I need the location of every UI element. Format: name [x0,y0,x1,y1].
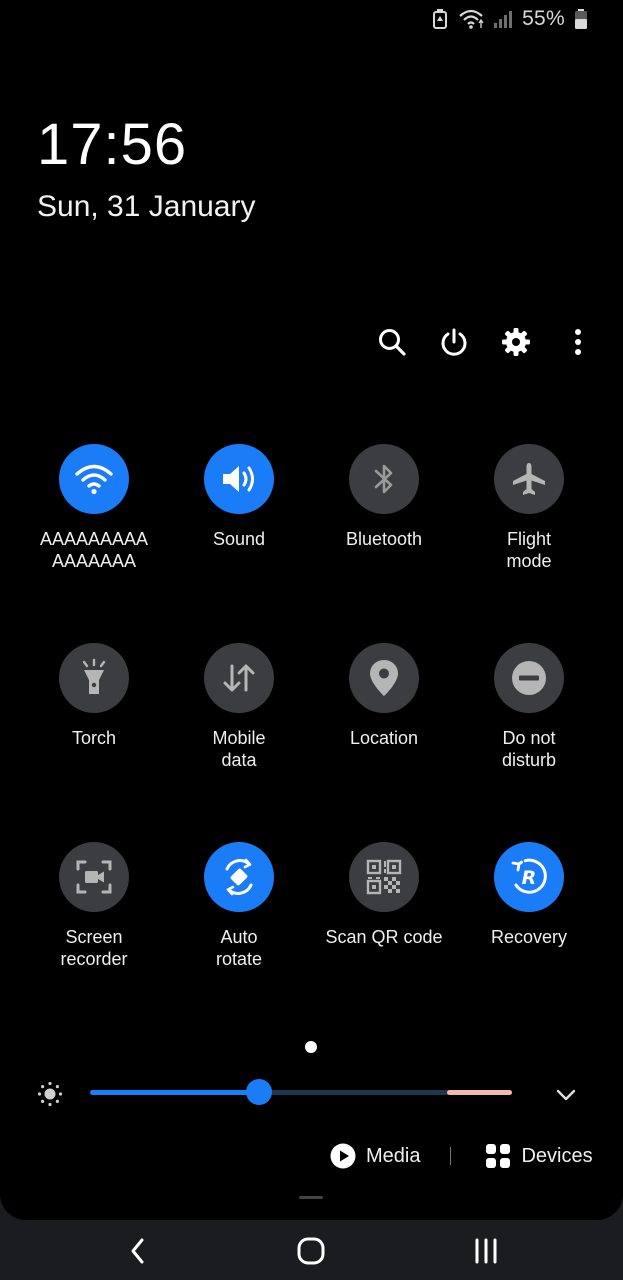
tile-bluetooth-label: Bluetooth [345,529,423,549]
tile-torch-toggle[interactable] [59,643,129,713]
brightness-slider-fill [90,1090,259,1095]
expand-brightness-button[interactable] [553,1082,579,1106]
tile-mobile-data-toggle[interactable] [204,643,274,713]
tile-mobile-data[interactable]: Mobile data [169,643,309,771]
tile-bluetooth[interactable]: Bluetooth [314,444,454,550]
brightness-slider-high-zone [447,1090,512,1095]
location-pin-icon [370,660,398,696]
status-bar: 55% [432,6,587,32]
panel-drag-handle[interactable] [299,1196,323,1199]
tile-mobile-data-label: Mobile data [212,728,266,770]
power-button[interactable] [434,322,474,362]
tile-torch[interactable]: Torch [24,643,164,749]
chevron-down-icon [556,1089,576,1101]
header-actions [364,322,596,362]
search-button[interactable] [372,322,412,362]
tile-recovery-toggle[interactable]: R [494,842,564,912]
tile-sound-toggle[interactable] [204,444,274,514]
clock-date[interactable]: Sun, 31 January [37,192,255,222]
tile-screen-recorder-toggle[interactable] [59,842,129,912]
power-icon [441,328,467,356]
tile-sound-label: Sound [212,529,266,549]
tile-location-label: Location [349,728,419,748]
media-label: Media [366,1144,421,1167]
tile-sound[interactable]: Sound [169,444,309,550]
brightness-slider[interactable] [90,1079,512,1105]
brightness-icon [36,1080,64,1108]
page-indicator-dot [305,1041,317,1053]
devices-grid-icon [486,1144,511,1168]
battery-percent: 55% [522,7,565,30]
tile-do-not-disturb[interactable]: Do not disturb [459,643,599,771]
tile-recovery-label: Recovery [490,927,568,947]
tile-wifi-label: AAAAAAAAA AAAAAAA [39,529,149,571]
quick-panel-screen: 55% 17:56 Sun, 31 January AAAAAAAAA AAAA… [0,0,623,1280]
mobile-data-icon [223,664,255,692]
wifi-status-icon [458,8,484,30]
tile-location[interactable]: Location [314,643,454,749]
battery-saver-icon [432,9,448,29]
bluetooth-icon [374,464,393,494]
screen-recorder-icon [76,860,112,894]
tile-do-not-disturb-label: Do not disturb [501,728,557,770]
tile-flight-mode[interactable]: Flight mode [459,444,599,572]
more-vertical-icon [575,329,581,355]
tile-scan-qr-code-label: Scan QR code [325,927,443,947]
tile-flight-mode-toggle[interactable] [494,444,564,514]
airplane-icon [513,463,545,495]
tile-auto-rotate[interactable]: Auto rotate [169,842,309,970]
clock-time[interactable]: 17:56 [37,116,187,174]
navigation-bar [0,1222,623,1280]
tile-do-not-disturb-toggle[interactable] [494,643,564,713]
recovery-icon: R [511,858,547,894]
recent-apps-button[interactable] [466,1234,506,1268]
home-button[interactable] [291,1234,331,1268]
tile-flight-mode-label: Flight mode [506,529,552,571]
tile-screen-recorder-label: Screen recorder [60,927,128,969]
tile-scan-qr-code[interactable]: Scan QR code [314,842,454,948]
search-icon [379,329,406,356]
auto-rotate-icon [225,858,253,896]
home-icon [297,1237,325,1265]
media-devices-divider [450,1147,452,1165]
play-circle-icon [330,1143,356,1169]
wifi-icon [75,464,113,495]
do-not-disturb-icon [512,661,546,695]
media-devices-row: Media Devices [330,1140,593,1172]
brightness-slider-thumb[interactable] [246,1079,272,1105]
svg-text:R: R [522,867,537,889]
settings-button[interactable] [496,322,536,362]
tile-auto-rotate-label: Auto rotate [215,927,263,969]
devices-button[interactable]: Devices [485,1143,593,1169]
devices-label: Devices [521,1144,593,1167]
back-button[interactable] [118,1234,158,1268]
more-options-button[interactable] [558,322,598,362]
tile-auto-rotate-toggle[interactable] [204,842,274,912]
recent-apps-icon [475,1238,497,1264]
tile-screen-recorder[interactable]: Screen recorder [24,842,164,970]
speaker-icon [223,466,254,492]
tile-location-toggle[interactable] [349,643,419,713]
notification-panel: 55% 17:56 Sun, 31 January AAAAAAAAA AAAA… [0,0,623,1220]
back-chevron-icon [131,1238,144,1264]
media-button[interactable]: Media [330,1143,420,1169]
gear-icon [502,328,530,356]
tile-wifi[interactable]: AAAAAAAAA AAAAAAA [24,444,164,572]
torch-icon [82,658,106,694]
tile-bluetooth-toggle[interactable] [349,444,419,514]
tile-recovery[interactable]: R Recovery [459,842,599,948]
tile-scan-qr-code-toggle[interactable] [349,842,419,912]
qr-code-icon [366,859,402,895]
battery-icon [575,9,587,29]
tile-wifi-toggle[interactable] [59,444,129,514]
signal-strength-icon [494,10,513,28]
tile-torch-label: Torch [71,728,116,748]
